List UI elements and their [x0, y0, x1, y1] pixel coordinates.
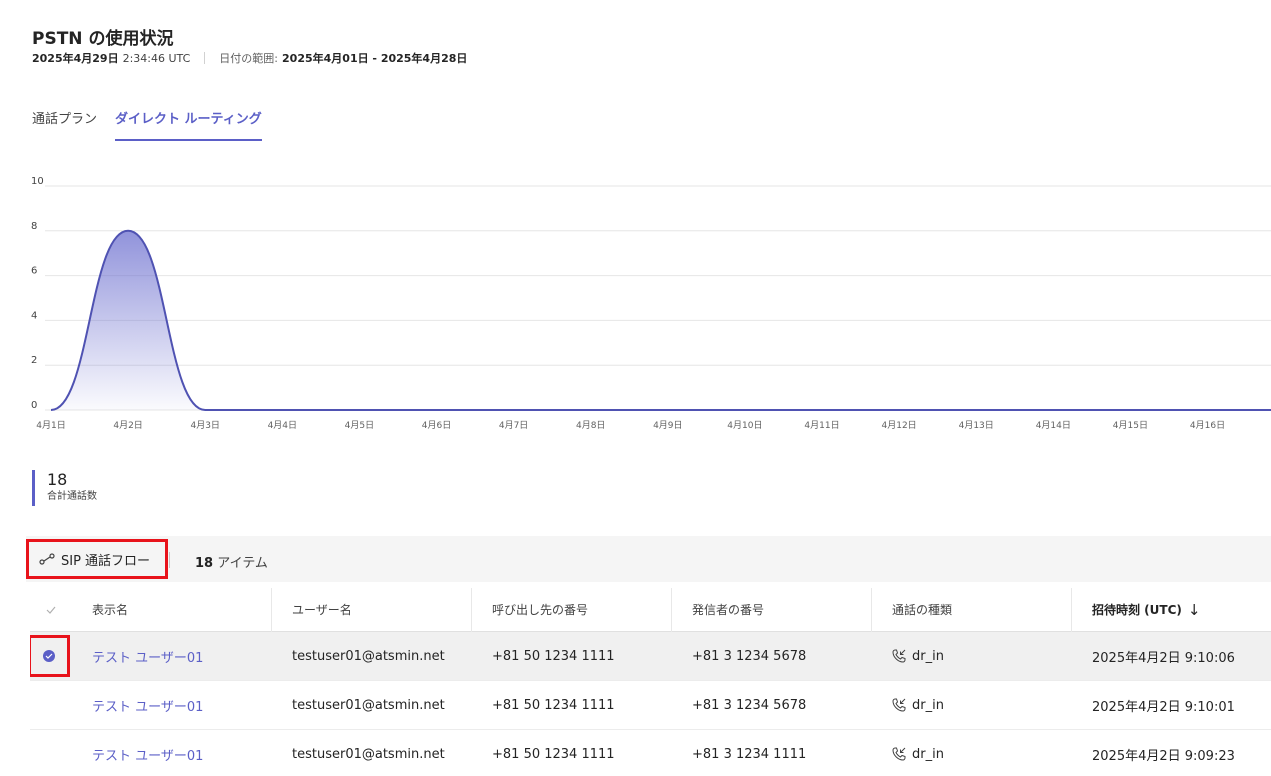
column-header-called-number[interactable]: 呼び出し先の番号 [472, 587, 672, 632]
call-flow-icon [39, 553, 55, 565]
tab-bar: 通話プラン ダイレクト ルーティング [32, 108, 280, 141]
x-tick-label: 4月11日 [804, 420, 839, 431]
invite-time-cell: 2025年4月2日 9:09:23 [1092, 748, 1235, 764]
x-tick-label: 4月15日 [1113, 420, 1148, 431]
username-cell: testuser01@atsmin.net [292, 697, 445, 713]
call-type-cell: dr_in [872, 681, 1072, 730]
y-tick-label: 4 [31, 310, 37, 321]
incoming-call-icon [892, 649, 906, 663]
invite-time-header-label: 招待時刻 (UTC) [1092, 603, 1182, 617]
checkmark-icon [46, 606, 56, 614]
table-row[interactable]: テスト ユーザー01 testuser01@atsmin.net +81 50 … [30, 681, 1271, 730]
call-type-label: dr_in [912, 648, 944, 664]
checked-icon [43, 650, 55, 662]
x-tick-label: 4月6日 [422, 420, 451, 431]
sort-descending-icon: ↓ [1187, 600, 1201, 619]
x-tick-label: 4月5日 [345, 420, 374, 431]
called-number-cell: +81 50 1234 1111 [492, 697, 615, 713]
x-tick-label: 4月9日 [653, 420, 682, 431]
date-range-label: 日付の範囲: [219, 52, 279, 65]
tab-calling-plan[interactable]: 通話プラン [32, 108, 97, 141]
invite-time-cell: 2025年4月2日 9:10:01 [1092, 699, 1235, 715]
row-select-checkbox[interactable] [30, 681, 72, 730]
page-header: PSTN の使用状況 [32, 24, 173, 49]
item-count: 18 アイテム [195, 552, 268, 571]
display-name-link[interactable]: テスト ユーザー01 [92, 696, 203, 715]
column-header-username[interactable]: ユーザー名 [272, 587, 472, 632]
call-type-label: dr_in [912, 697, 944, 713]
total-calls-value: 18 [47, 470, 68, 489]
x-tick-label: 4月3日 [190, 420, 219, 431]
x-tick-label: 4月1日 [36, 420, 65, 431]
caller-number-cell: +81 3 1234 5678 [692, 697, 807, 713]
column-header-caller-number[interactable]: 発信者の番号 [672, 587, 872, 632]
x-tick-label: 4月7日 [499, 420, 528, 431]
row-select-checkbox[interactable] [30, 632, 72, 681]
username-cell: testuser01@atsmin.net [292, 746, 445, 762]
report-date: 2025年4月29日 [32, 52, 119, 65]
incoming-call-icon [892, 698, 906, 712]
call-type-cell: dr_in [872, 632, 1072, 681]
table-row[interactable]: テスト ユーザー01 testuser01@atsmin.net +81 50 … [30, 632, 1271, 681]
tab-direct-routing[interactable]: ダイレクト ルーティング [115, 108, 262, 141]
date-range-value: 2025年4月01日 - 2025年4月28日 [282, 52, 468, 65]
report-time: 2:34:46 UTC [122, 51, 191, 65]
page-title: PSTN の使用状況 [32, 29, 174, 49]
call-type-cell: dr_in [872, 730, 1072, 776]
caller-number-cell: +81 3 1234 1111 [692, 746, 807, 762]
incoming-call-icon [892, 747, 906, 761]
row-select-checkbox[interactable] [30, 730, 72, 776]
called-number-cell: +81 50 1234 1111 [492, 648, 615, 664]
table-header: 表示名 ユーザー名 呼び出し先の番号 発信者の番号 通話の種類 招待時刻 (UT… [30, 587, 1271, 632]
x-tick-label: 4月2日 [113, 420, 142, 431]
caller-number-cell: +81 3 1234 5678 [692, 648, 807, 664]
total-calls-kpi: 18 合計通話数 [32, 470, 97, 506]
y-tick-label: 6 [31, 266, 37, 277]
x-tick-label: 4月14日 [1036, 420, 1071, 431]
sip-call-flow-label: SIP 通話フロー [61, 553, 151, 569]
sip-calls-table: 表示名 ユーザー名 呼び出し先の番号 発信者の番号 通話の種類 招待時刻 (UT… [30, 587, 1271, 776]
y-tick-label: 10 [31, 176, 44, 187]
called-number-cell: +81 50 1234 1111 [492, 746, 615, 762]
y-tick-label: 8 [31, 221, 37, 232]
x-tick-label: 4月12日 [882, 420, 917, 431]
usage-chart: 0 2 4 6 8 10 4月1日 4月2日 4月3日 4月4日 4月5日 4月6日 4月7日 4月8日… [31, 176, 1271, 431]
y-tick-label: 0 [31, 400, 37, 411]
item-count-label: アイテム [217, 556, 268, 571]
item-count-number: 18 [195, 556, 214, 571]
sip-call-flow-button[interactable]: SIP 通話フロー [26, 539, 168, 579]
table-toolbar: SIP 通話フロー 18 アイテム [26, 536, 1271, 582]
column-header-invite-time[interactable]: 招待時刻 (UTC) ↓ [1072, 588, 1271, 632]
meta-divider [204, 52, 206, 64]
username-cell: testuser01@atsmin.net [292, 648, 445, 664]
call-type-label: dr_in [912, 746, 944, 762]
display-name-link[interactable]: テスト ユーザー01 [92, 745, 203, 764]
y-tick-label: 2 [31, 355, 37, 366]
table-row[interactable]: テスト ユーザー01 testuser01@atsmin.net +81 50 … [30, 730, 1271, 776]
toolbar-divider [169, 552, 170, 568]
x-tick-label: 4月10日 [727, 420, 762, 431]
report-meta: 2025年4月29日 2:34:46 UTC 日付の範囲: 2025年4月01日… [32, 50, 467, 66]
column-header-display-name[interactable]: 表示名 [72, 587, 272, 632]
x-tick-label: 4月16日 [1190, 420, 1225, 431]
invite-time-cell: 2025年4月2日 9:10:06 [1092, 650, 1235, 666]
select-all-checkbox[interactable] [30, 588, 72, 632]
selected-checkbox-highlight [30, 635, 70, 677]
x-tick-label: 4月13日 [959, 420, 994, 431]
column-header-call-type[interactable]: 通話の種類 [872, 587, 1072, 632]
total-calls-label: 合計通話数 [47, 491, 97, 502]
display-name-link[interactable]: テスト ユーザー01 [92, 647, 203, 666]
x-tick-label: 4月8日 [576, 420, 605, 431]
x-tick-label: 4月4日 [268, 420, 297, 431]
